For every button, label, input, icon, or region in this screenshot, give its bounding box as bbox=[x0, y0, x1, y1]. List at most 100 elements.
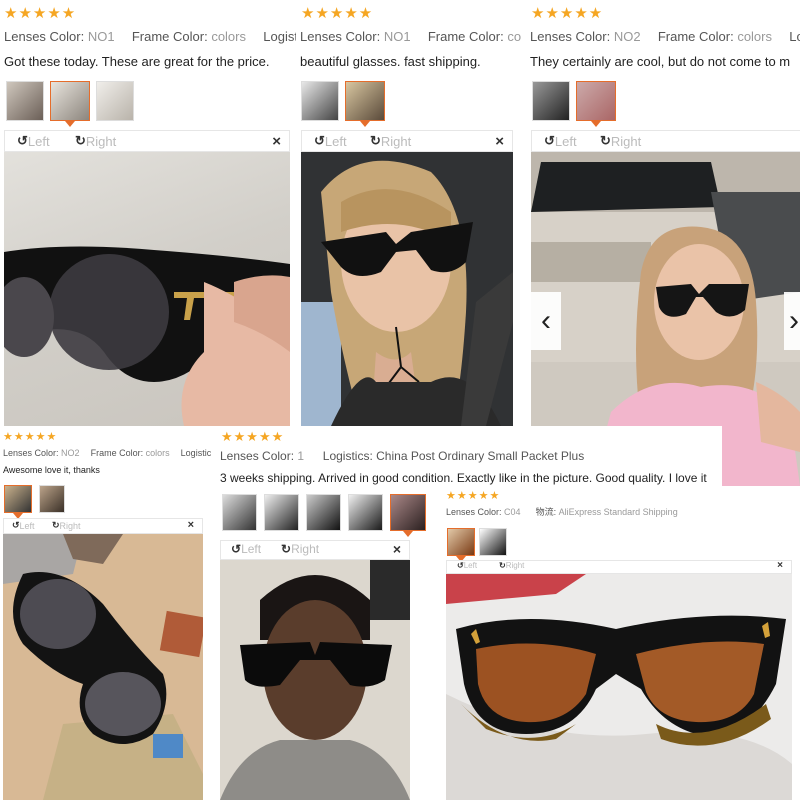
rating-stars: ★★★★★ bbox=[4, 5, 77, 22]
review-photo-selfie bbox=[220, 560, 410, 800]
review-thumbnail-selected[interactable] bbox=[576, 81, 616, 127]
rotate-left-button[interactable]: ↺ Left bbox=[544, 133, 577, 149]
rotate-right-icon: ↻ bbox=[370, 133, 381, 148]
rotate-left-icon: ↺ bbox=[12, 520, 20, 530]
lenses-color-value: NO1 bbox=[87, 29, 115, 44]
lenses-color-label: Lenses Color: bbox=[4, 29, 85, 44]
rotate-left-icon: ↺ bbox=[17, 133, 28, 148]
lenses-color-label: Lenses Color: bbox=[220, 449, 295, 463]
review-panel-6: ★★★★★ Lenses Color: C04 物流: AliExpress S… bbox=[442, 486, 800, 800]
review-thumbnail[interactable] bbox=[96, 81, 134, 121]
lenses-color-value: 1 bbox=[297, 449, 305, 463]
lenses-color-value: NO2 bbox=[61, 448, 80, 458]
review-attributes: Lenses Color: 1 Logistics: China Post Or… bbox=[220, 449, 584, 463]
review-text: beautiful glasses. fast shipping. bbox=[300, 54, 481, 69]
lenses-color-value: NO2 bbox=[613, 29, 641, 44]
thumbnail-strip bbox=[4, 485, 65, 519]
review-thumbnail[interactable] bbox=[301, 81, 339, 121]
review-attributes: Lenses Color: NO2 Frame Color: colors Lo bbox=[530, 29, 800, 44]
logistics-label: Logisti bbox=[263, 29, 296, 44]
rating-stars: ★★★★★ bbox=[3, 431, 58, 443]
thumbnail-strip bbox=[222, 494, 426, 537]
image-toolbar: ↺Left ↻Right × bbox=[3, 518, 203, 534]
review-thumbnail[interactable] bbox=[479, 528, 507, 556]
review-text: They certainly are cool, but do not come… bbox=[530, 54, 791, 69]
close-icon[interactable]: × bbox=[495, 133, 504, 150]
lenses-color-label: Lenses Color: bbox=[300, 29, 381, 44]
prev-image-button[interactable]: ‹ bbox=[531, 292, 561, 350]
thumbnail-strip bbox=[301, 81, 385, 127]
review-thumbnail[interactable] bbox=[264, 494, 299, 531]
frame-color-value: colors bbox=[145, 448, 170, 458]
review-photo-glasses-in-hand bbox=[4, 152, 290, 426]
review-panel-3: ★★★★★ Lenses Color: NO2 Frame Color: col… bbox=[528, 0, 800, 486]
rotate-left-icon: ↺ bbox=[457, 561, 464, 570]
rotate-left-button[interactable]: ↺ Left bbox=[457, 561, 477, 570]
logistics-value: AliExpress Standard Shipping bbox=[558, 507, 678, 517]
frame-color-label: Frame Color: bbox=[427, 29, 504, 44]
review-attributes: Lenses Color: NO2 Frame Color: colors Lo… bbox=[3, 448, 211, 458]
logistics-label: Lo bbox=[789, 29, 800, 44]
review-photo-selfie-car bbox=[301, 152, 513, 426]
review-thumbnail[interactable] bbox=[348, 494, 383, 531]
review-attributes: Lenses Color: NO1 Frame Color: co bbox=[300, 29, 521, 44]
rotate-right-icon: ↻ bbox=[281, 542, 292, 556]
thumbnail-strip bbox=[6, 81, 134, 127]
frame-color-label: Frame Color: bbox=[131, 29, 208, 44]
thumbnail-strip bbox=[532, 81, 616, 127]
frame-color-label: Frame Color: bbox=[90, 448, 144, 458]
review-thumbnail[interactable] bbox=[6, 81, 44, 121]
frame-color-value: colors bbox=[211, 29, 246, 44]
rotate-right-button[interactable]: ↻ Right bbox=[52, 520, 81, 531]
next-image-button[interactable]: › bbox=[784, 292, 800, 350]
review-panel-2: ★★★★★ Lenses Color: NO1 Frame Color: co … bbox=[298, 0, 526, 426]
review-text: Awesome love it, thanks bbox=[3, 465, 100, 475]
review-panel-1: ★★★★★ Lenses Color: NO1 Frame Color: col… bbox=[0, 0, 296, 426]
review-attributes: Lenses Color: NO1 Frame Color: colors Lo… bbox=[4, 29, 296, 44]
review-thumbnail-selected[interactable] bbox=[345, 81, 385, 127]
review-thumbnail[interactable] bbox=[39, 485, 65, 513]
rotate-right-icon: ↻ bbox=[52, 520, 60, 530]
lenses-color-label: Lenses Color: bbox=[446, 507, 502, 517]
rotate-left-icon: ↺ bbox=[231, 542, 242, 556]
rotate-right-button[interactable]: ↻ Right bbox=[499, 561, 524, 570]
review-thumbnail[interactable] bbox=[222, 494, 257, 531]
image-toolbar: ↺Left ↻Right × bbox=[446, 560, 792, 574]
review-photo-glasses-on-plastic bbox=[446, 574, 792, 800]
lenses-color-value: C04 bbox=[504, 507, 521, 517]
frame-color-value: co bbox=[507, 29, 522, 44]
image-toolbar: ↺Left ↻Right × bbox=[4, 130, 290, 152]
rotate-left-button[interactable]: ↺ Left bbox=[12, 520, 35, 531]
image-toolbar: ↺Left ↻Right × bbox=[301, 130, 513, 152]
rotate-left-button[interactable]: ↺ Left bbox=[231, 542, 261, 556]
rotate-left-icon: ↺ bbox=[314, 133, 325, 148]
review-text: Got these today. These are great for the… bbox=[4, 54, 270, 69]
close-icon[interactable]: × bbox=[393, 541, 401, 557]
logistics-label: 物流: bbox=[535, 507, 557, 517]
rotate-right-button[interactable]: ↻ Right bbox=[370, 133, 411, 149]
rotate-left-button[interactable]: ↺ Left bbox=[314, 133, 347, 149]
image-toolbar: ↺Left ↻Right × bbox=[220, 540, 410, 560]
review-thumbnail[interactable] bbox=[532, 81, 570, 121]
review-thumbnail-selected[interactable] bbox=[50, 81, 90, 127]
rotate-right-button[interactable]: ↻ Right bbox=[600, 133, 641, 149]
image-toolbar: ↺Left ↻Right × bbox=[531, 130, 800, 152]
review-thumbnail[interactable] bbox=[306, 494, 341, 531]
review-photo-glasses-on-table bbox=[3, 534, 203, 800]
rotate-right-button[interactable]: ↻ Right bbox=[281, 542, 319, 556]
lenses-color-label: Lenses Color: bbox=[530, 29, 611, 44]
rotate-right-button[interactable]: ↻ Right bbox=[75, 133, 116, 149]
close-icon[interactable]: × bbox=[188, 519, 194, 531]
lenses-color-label: Lenses Color: bbox=[3, 448, 59, 458]
review-thumbnail-selected[interactable] bbox=[447, 528, 475, 562]
close-icon[interactable]: × bbox=[777, 560, 783, 571]
review-thumbnail-selected[interactable] bbox=[390, 494, 426, 537]
rotate-right-icon: ↻ bbox=[499, 561, 506, 570]
rotate-left-button[interactable]: ↺ Left bbox=[17, 133, 50, 149]
rotate-left-icon: ↺ bbox=[544, 133, 555, 148]
review-thumbnail-selected[interactable] bbox=[4, 485, 32, 519]
close-icon[interactable]: × bbox=[272, 133, 281, 150]
logistics-value: China Post Ordinary Small Packet Plus bbox=[376, 449, 585, 463]
rating-stars: ★★★★★ bbox=[446, 490, 501, 502]
review-text: 3 weeks shipping. Arrived in good condit… bbox=[220, 471, 707, 485]
